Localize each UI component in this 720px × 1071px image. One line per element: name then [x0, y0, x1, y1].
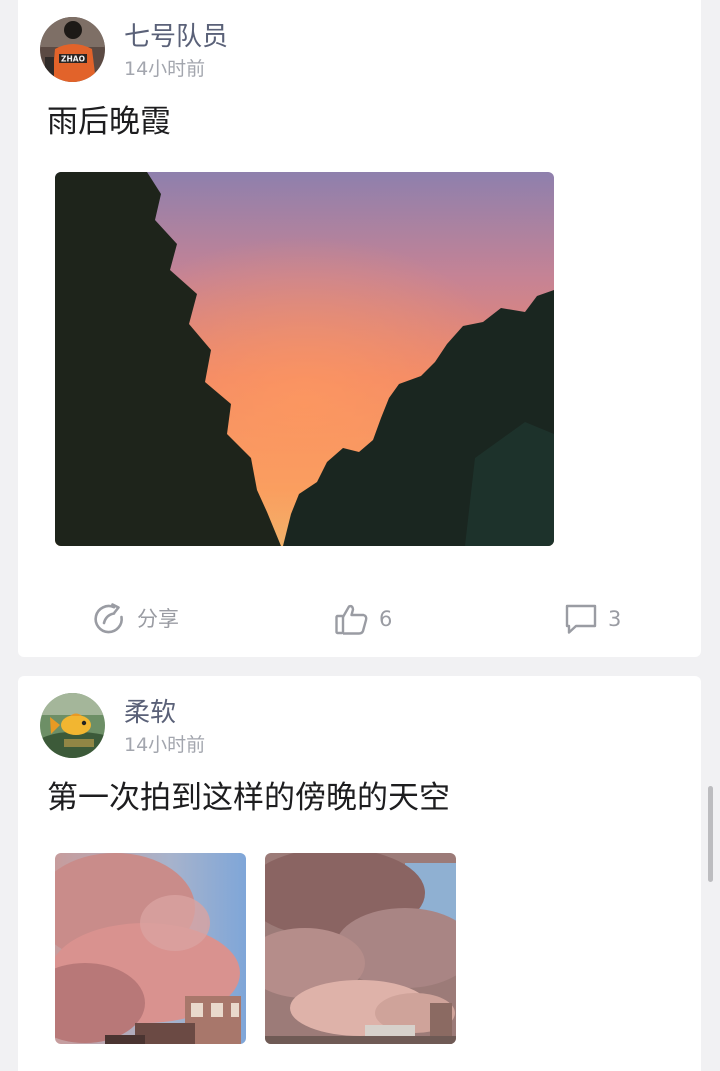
- feed: ZHAO 七号队员 14小时前 雨后晚霞 分享 6 3 柔软 14小时前 第一次…: [0, 0, 720, 1071]
- comment-icon: [563, 601, 599, 637]
- author-avatar[interactable]: ZHAO: [40, 17, 105, 82]
- post-image[interactable]: [55, 172, 554, 546]
- user-avatar-jersey-icon: ZHAO: [40, 17, 105, 82]
- post-card[interactable]: 柔软 14小时前 第一次拍到这样的傍晚的天空: [18, 676, 701, 1071]
- post-time: 14小时前: [124, 58, 206, 80]
- svg-text:ZHAO: ZHAO: [61, 55, 85, 64]
- scrollbar[interactable]: [708, 786, 713, 882]
- thumbs-up-icon: [334, 601, 370, 637]
- pink-clouds-photo-icon: [265, 853, 456, 1044]
- user-avatar-fish-icon: [40, 693, 105, 758]
- pink-clouds-photo-icon: [55, 853, 246, 1044]
- share-label: 分享: [137, 607, 179, 631]
- post-time: 14小时前: [124, 734, 206, 756]
- like-button[interactable]: 6: [334, 597, 392, 641]
- comment-button[interactable]: 3: [563, 597, 621, 641]
- post-image[interactable]: [55, 853, 246, 1044]
- author-avatar[interactable]: [40, 693, 105, 758]
- share-button[interactable]: 分享: [92, 597, 179, 641]
- author-name[interactable]: 柔软: [124, 694, 176, 732]
- post-card[interactable]: ZHAO 七号队员 14小时前 雨后晚霞 分享 6 3: [18, 0, 701, 657]
- post-text: 第一次拍到这样的傍晚的天空: [47, 780, 450, 816]
- author-name[interactable]: 七号队员: [124, 18, 228, 56]
- share-icon: [92, 601, 128, 637]
- post-actions: 分享 6 3: [18, 597, 701, 641]
- comment-count: 3: [608, 607, 622, 631]
- post-text: 雨后晚霞: [47, 104, 171, 140]
- post-image[interactable]: [265, 853, 456, 1044]
- like-count: 6: [379, 607, 393, 631]
- sunset-trees-photo-icon: [55, 172, 554, 546]
